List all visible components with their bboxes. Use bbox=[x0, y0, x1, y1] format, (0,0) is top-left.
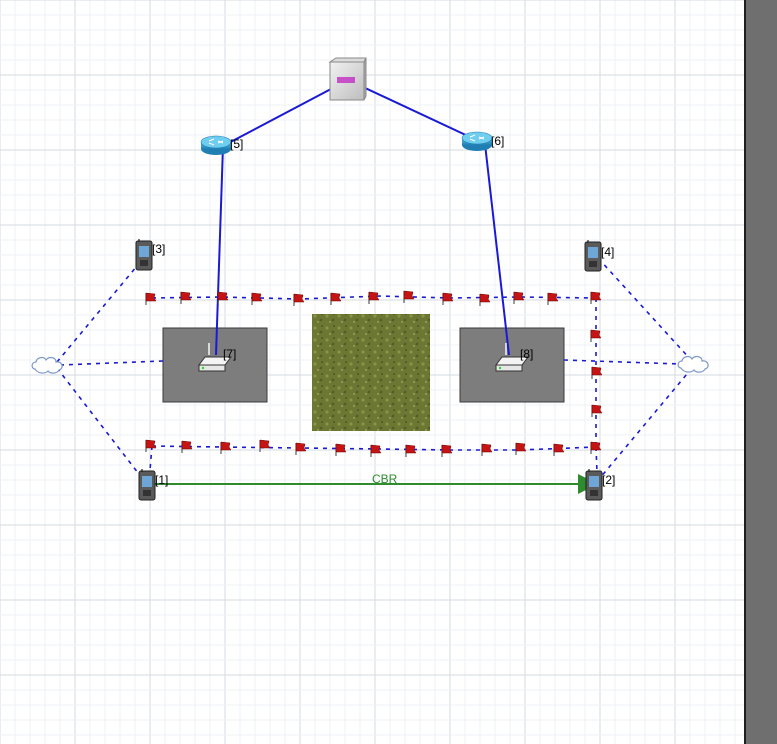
flag-icon bbox=[217, 291, 229, 304]
pda-icon bbox=[585, 469, 603, 501]
router-6-label: [6] bbox=[491, 134, 504, 148]
flag-icon bbox=[479, 293, 491, 306]
flag-icon bbox=[181, 440, 193, 453]
access-point-8-label: [8] bbox=[520, 347, 533, 361]
flag-icon bbox=[180, 291, 192, 304]
wl-right-stub bbox=[595, 446, 598, 473]
mobile-node-4[interactable]: [4] bbox=[584, 240, 614, 272]
router-icon bbox=[461, 131, 493, 151]
topology-canvas-area[interactable]: CBR [5] [6] [7] [8] [3] [4] [1] [2] bbox=[0, 0, 777, 744]
mobile-node-3[interactable]: [3] bbox=[135, 239, 165, 271]
flag-icon bbox=[220, 441, 232, 454]
router-5-label: [5] bbox=[230, 137, 243, 151]
mobile-node-4-label: [4] bbox=[601, 245, 614, 259]
pda-icon bbox=[135, 239, 153, 271]
pda-icon bbox=[584, 240, 602, 272]
flag-icon bbox=[370, 444, 382, 457]
mobile-node-3-label: [3] bbox=[152, 242, 165, 256]
flag-icon bbox=[442, 292, 454, 305]
wl-cloudL-3 bbox=[56, 259, 143, 363]
wl-cloudL-1 bbox=[56, 367, 143, 479]
router-6[interactable]: [6] bbox=[461, 131, 504, 151]
wl-cloudR-2 bbox=[599, 367, 693, 479]
mobile-node-1-label: [1] bbox=[155, 473, 168, 487]
flag-icon bbox=[330, 292, 342, 305]
link-5-7 bbox=[215, 145, 224, 356]
flag-icon bbox=[547, 292, 559, 305]
cbr-flow-label: CBR bbox=[372, 472, 398, 486]
router-icon bbox=[200, 135, 232, 155]
link-6-8 bbox=[484, 143, 510, 356]
flag-icon bbox=[293, 293, 305, 306]
mobile-node-2-label: [2] bbox=[602, 473, 615, 487]
router-5[interactable]: [5] bbox=[200, 135, 243, 155]
flag-icon bbox=[295, 442, 307, 455]
cloud-icon bbox=[677, 355, 709, 373]
flag-icon bbox=[251, 292, 263, 305]
flag-icon bbox=[145, 292, 157, 305]
grass-terrain-obstacle[interactable] bbox=[312, 314, 430, 431]
access-point-7-label: [7] bbox=[223, 347, 236, 361]
flag-icon bbox=[513, 291, 525, 304]
flag-icon bbox=[481, 443, 493, 456]
canvas-border bbox=[744, 0, 746, 744]
wl-8-cloudR bbox=[563, 359, 681, 365]
hub-box-icon[interactable] bbox=[328, 57, 367, 101]
canvas-right-margin bbox=[744, 0, 777, 744]
network-scene[interactable]: CBR [5] [6] [7] [8] [3] [4] [1] [2] bbox=[0, 0, 744, 744]
flag-icon bbox=[405, 444, 417, 457]
pda-icon bbox=[138, 469, 156, 501]
cloud-right[interactable] bbox=[677, 355, 709, 373]
flag-icon bbox=[368, 291, 380, 304]
